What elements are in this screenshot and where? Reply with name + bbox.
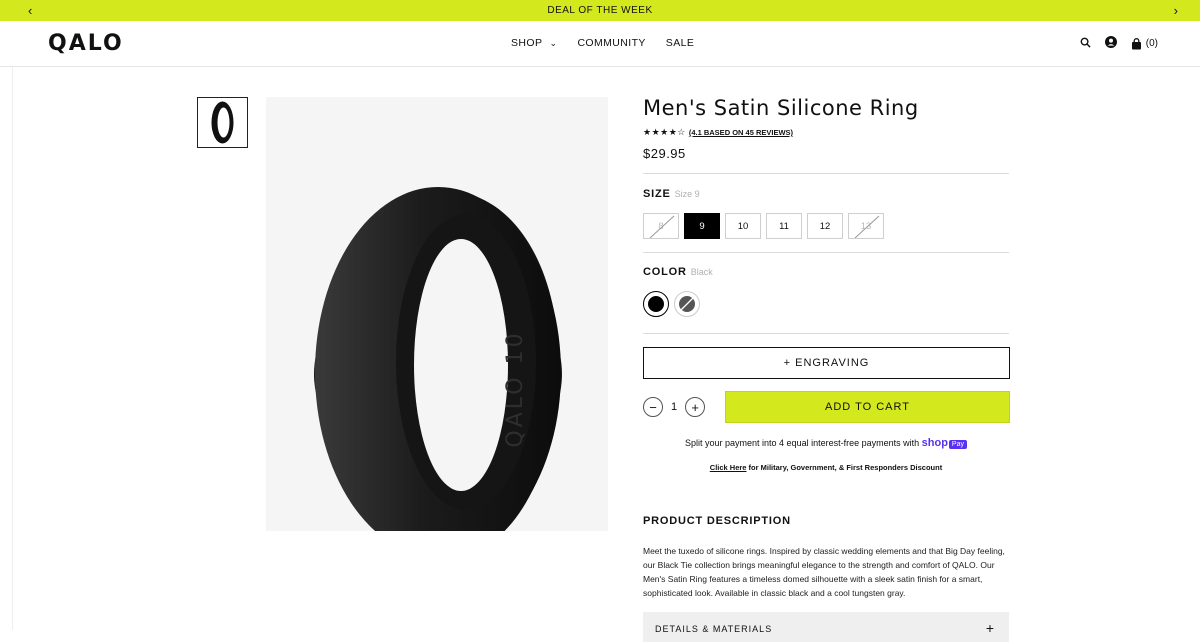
size-option-12[interactable]: 12 (807, 213, 843, 239)
nav-sale[interactable]: SALE (666, 37, 694, 49)
promo-next-arrow-icon[interactable]: › (1174, 3, 1178, 18)
color-selected: Black (690, 267, 713, 277)
details-materials-accordion[interactable]: DETAILS & MATERIALS + (643, 612, 1009, 642)
size-option-9[interactable]: 9 (684, 213, 720, 239)
product-description-heading: PRODUCT DESCRIPTION (643, 515, 791, 527)
color-swatch-tungsten-gray[interactable] (674, 291, 700, 317)
shop-pay-logo[interactable]: shop (922, 437, 948, 449)
search-icon[interactable] (1080, 37, 1091, 51)
add-to-cart-button[interactable]: ADD TO CART (725, 391, 1010, 423)
main-nav: SHOP ⌄ COMMUNITY SALE (511, 37, 694, 49)
expand-icon[interactable]: + (986, 620, 995, 636)
size-options: 8 9 10 11 12 13 (643, 213, 884, 239)
ring-band-text: QALO 10 (503, 330, 528, 447)
size-option-13[interactable]: 13 (848, 213, 884, 239)
promo-bar: ‹ DEAL OF THE WEEK › (0, 0, 1200, 21)
size-option-11[interactable]: 11 (766, 213, 802, 239)
product-title: Men's Satin Silicone Ring (643, 96, 919, 120)
shop-pay-installments: Split your payment into 4 equal interest… (643, 437, 1009, 449)
quantity-decrease-button[interactable]: − (643, 397, 663, 417)
color-label: COLOR Black (643, 266, 713, 278)
product-price: $29.95 (643, 146, 686, 161)
quantity-stepper: − 1 + (643, 397, 706, 417)
engraving-button[interactable]: + ENGRAVING (643, 347, 1010, 379)
color-options (643, 291, 700, 317)
left-edge-divider (0, 67, 13, 630)
account-icon[interactable] (1104, 36, 1117, 51)
nav-community[interactable]: COMMUNITY (577, 37, 645, 49)
quantity-value[interactable]: 1 (671, 401, 677, 413)
promo-text[interactable]: DEAL OF THE WEEK (0, 5, 1200, 16)
discount-note: Click Here for Military, Government, & F… (709, 463, 943, 472)
star-rating-icon: ★★★★☆ (643, 127, 686, 137)
unavailable-slash-icon (854, 215, 880, 239)
details-materials-label: DETAILS & MATERIALS (655, 624, 773, 634)
review-link[interactable]: (4.1 BASED ON 45 REVIEWS) (689, 128, 793, 137)
size-label: SIZE Size 9 (643, 188, 700, 200)
color-swatch-black[interactable] (643, 291, 669, 317)
divider (643, 173, 1009, 174)
product-description-text: Meet the tuxedo of silicone rings. Inspi… (643, 546, 1005, 598)
chevron-down-icon: ⌄ (549, 38, 558, 48)
cart-button[interactable]: (0) (1131, 37, 1158, 50)
shop-pay-badge[interactable]: Pay (948, 440, 967, 449)
unavailable-slash-icon (649, 215, 675, 239)
size-option-8[interactable]: 8 (643, 213, 679, 239)
site-header: QALO SHOP ⌄ COMMUNITY SALE (0) (0, 21, 1200, 67)
divider (643, 252, 1009, 253)
product-image: QALO 10 (266, 97, 608, 557)
quantity-increase-button[interactable]: + (685, 397, 706, 417)
thumbnail-image[interactable] (197, 97, 248, 148)
header-icons: (0) (1080, 36, 1158, 51)
bag-icon (1131, 37, 1141, 49)
cart-count: (0) (1145, 38, 1158, 49)
size-option-10[interactable]: 10 (725, 213, 761, 239)
divider (643, 333, 1009, 334)
discount-link[interactable]: Click Here (710, 463, 747, 472)
rating[interactable]: ★★★★☆ (4.1 BASED ON 45 REVIEWS) (643, 127, 793, 138)
logo[interactable]: QALO (48, 31, 124, 56)
nav-shop[interactable]: SHOP ⌄ (511, 37, 557, 49)
size-selected: Size 9 (674, 189, 700, 199)
